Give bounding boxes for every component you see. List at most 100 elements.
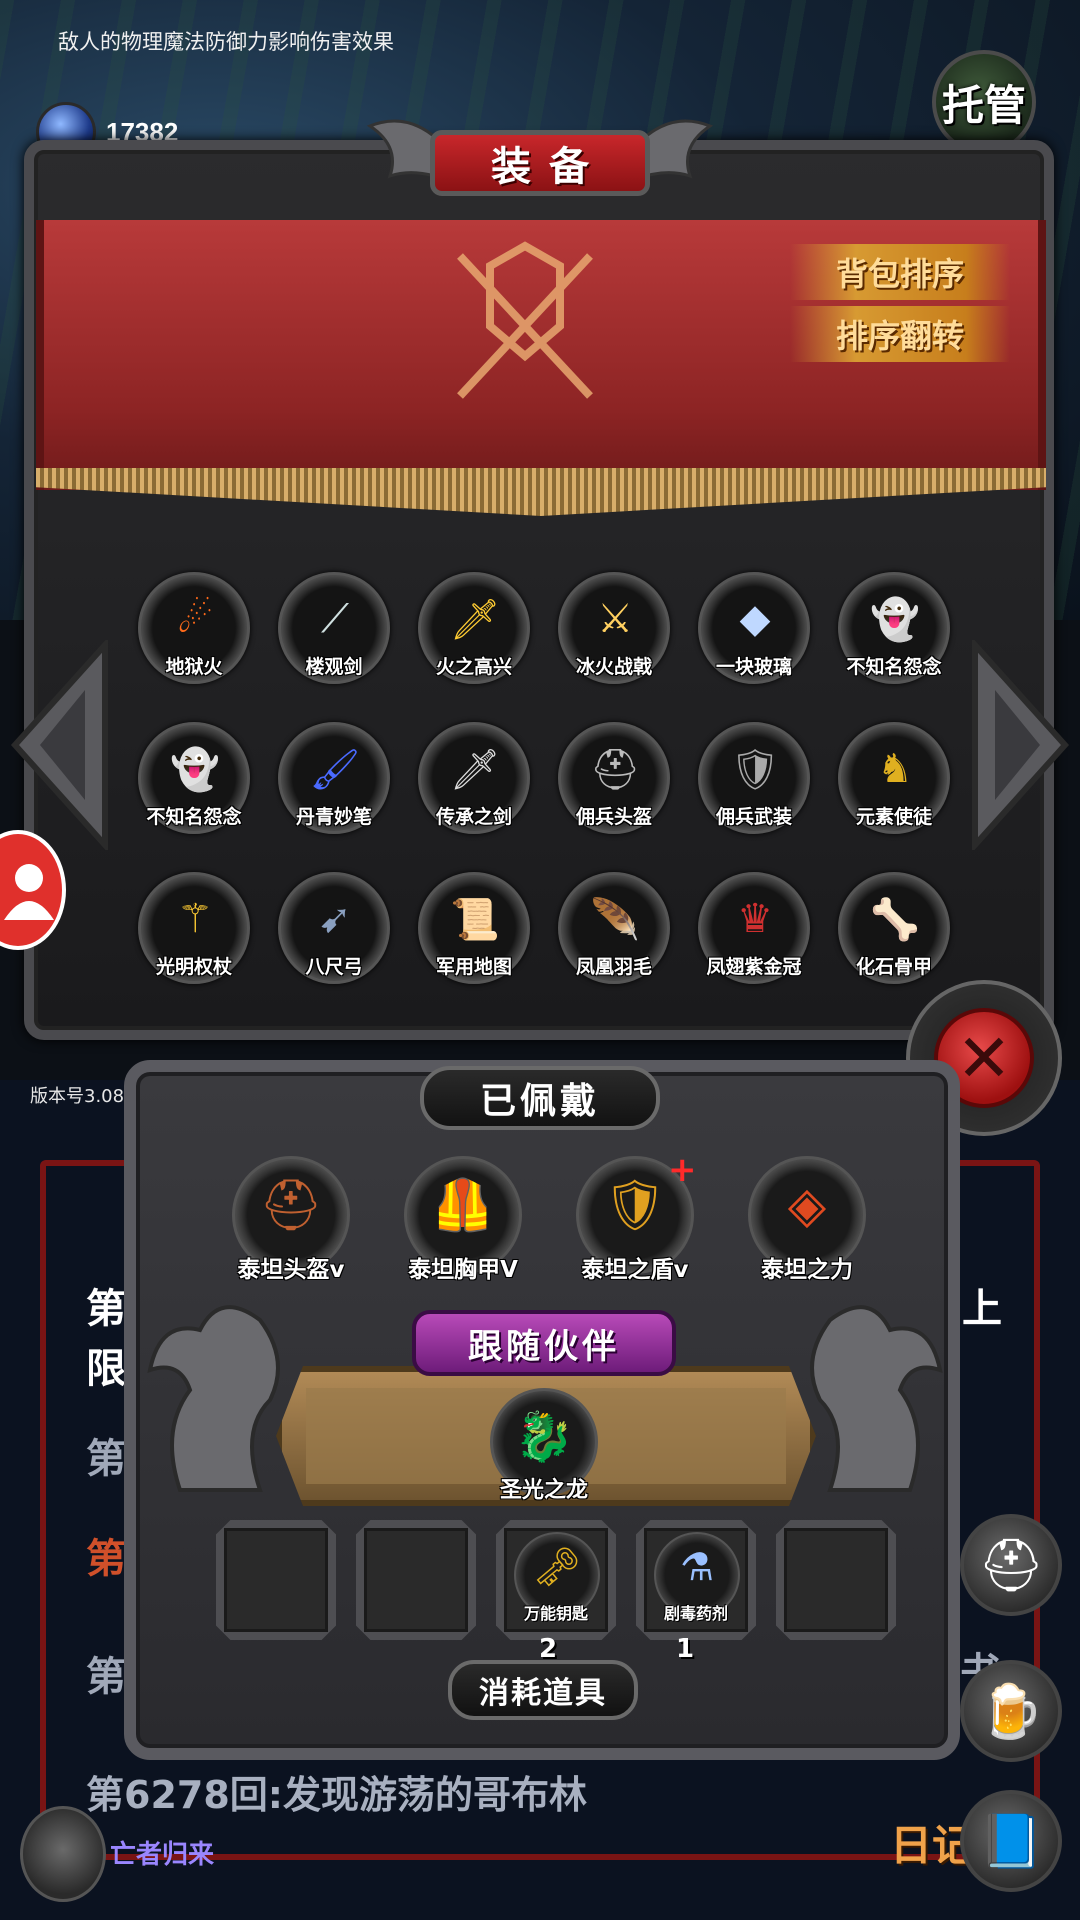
worn-item-name: 泰坦之盾v [581, 1257, 689, 1283]
item-name: 楼观剑 [305, 656, 363, 678]
consumable-name: 剧毒药剂 [663, 1604, 728, 1623]
worn-title: 已佩戴 [420, 1066, 660, 1130]
autoplay-button[interactable]: 托管 [932, 50, 1036, 154]
dragon-statue-left-icon [147, 1305, 280, 1492]
item-name: 地狱火 [165, 656, 223, 678]
prev-page-arrow-icon[interactable] [10, 640, 110, 850]
inventory-slot[interactable]: 🛡 佣兵武装 [680, 710, 820, 860]
user-icon [4, 864, 54, 920]
item-name: 传承之剑 [435, 806, 512, 828]
worn-slot[interactable]: 🛡 泰坦之盾v + [570, 1150, 698, 1290]
story-line: 上 [962, 1286, 1002, 1332]
companion-name: 圣光之龙 [499, 1478, 588, 1503]
consumable-slot[interactable]: 🗝 万能钥匙 [496, 1520, 616, 1640]
inventory-slot[interactable]: 🪶 凤凰羽毛 [540, 860, 680, 1010]
titan-helmet-icon: ⛑ [259, 1175, 323, 1234]
sort-bag-button[interactable]: 背包排序 [790, 244, 1010, 300]
story-line: 第 [86, 1286, 126, 1332]
titan-shield-icon: 🛡 [603, 1175, 667, 1234]
inventory-slot[interactable]: ◆ 一块玻璃 [680, 560, 820, 710]
consumable-slot[interactable]: ⚗ 剧毒药剂 [636, 1520, 756, 1640]
story-line: 第 [86, 1436, 126, 1482]
item-name: 佣兵头盔 [575, 806, 652, 828]
inventory-slot[interactable]: 🗡 火之高兴 [400, 560, 540, 710]
scepter-icon: ⚚ [177, 896, 213, 942]
crossed-swords-emblem-icon [457, 241, 593, 399]
ghost-icon: 👻 [170, 746, 220, 793]
reverse-sort-button[interactable]: 排序翻转 [790, 306, 1010, 362]
crown-icon: ♛ [737, 896, 773, 942]
halberd-icon: ⚔ [597, 596, 633, 642]
upgrade-plus-icon: + [668, 1150, 697, 1190]
helmet-icon: ⛑ [589, 746, 641, 793]
worn-slot[interactable]: 🦺 泰坦胸甲V [398, 1150, 526, 1290]
golden-sword-icon: 🗡 [449, 596, 501, 643]
companion-slot[interactable]: 🐉 圣光之龙 [486, 1388, 602, 1518]
map-scroll-icon: 📜 [450, 896, 500, 943]
version-label: 版本号3.08 [30, 1086, 125, 1107]
equipment-title: 装备 [360, 106, 720, 216]
inventory-slot[interactable]: ⚔ 冰火战戟 [540, 560, 680, 710]
inventory-slot[interactable]: 📜 军用地图 [400, 860, 540, 1010]
hero-status-label: 亡者归来 [110, 1840, 215, 1870]
fireball-icon: ☄ [177, 596, 213, 642]
inventory-slot[interactable]: ♛ 凤翅紫金冠 [680, 860, 820, 1010]
inventory-slot[interactable]: ⛑ 佣兵头盔 [540, 710, 680, 860]
diary-button[interactable]: 📘 [960, 1790, 1062, 1892]
equipment-title-text: 装备 [430, 130, 650, 196]
inventory-slot[interactable]: 👻 不知名怨念 [820, 560, 960, 710]
tavern-mug-button[interactable]: 🍺 [960, 1660, 1062, 1762]
item-name: 凤翅紫金冠 [706, 956, 802, 978]
ghost-icon: 👻 [870, 596, 920, 643]
curved-blade-icon: ⟋ [321, 596, 349, 642]
inventory-slot[interactable]: ☄ 地狱火 [120, 560, 260, 710]
worn-slot[interactable]: ◈ 泰坦之力 [742, 1150, 870, 1290]
item-name: 化石骨甲 [855, 956, 932, 978]
story-line: 第 [86, 1536, 126, 1582]
item-name: 元素使徒 [855, 806, 932, 828]
next-page-arrow-icon[interactable] [970, 640, 1070, 850]
item-name: 不知名怨念 [146, 806, 242, 828]
bone-icon: 🦴 [870, 896, 920, 943]
inventory-slot[interactable]: 🗡 传承之剑 [400, 710, 540, 860]
worn-slot[interactable]: ⛑ 泰坦头盔v [226, 1150, 354, 1290]
item-name: 凤凰羽毛 [575, 956, 652, 978]
empty-consumable-slot[interactable] [216, 1520, 336, 1640]
worn-item-name: 泰坦胸甲V [408, 1257, 518, 1283]
magic-brush-icon: 🖌 [309, 746, 361, 793]
lava-stone-icon: ◈ [787, 1176, 827, 1234]
item-name: 八尺弓 [305, 956, 363, 978]
consumable-name: 万能钥匙 [523, 1604, 588, 1623]
book-icon: 📘 [978, 1811, 1044, 1872]
knight-helmet-button[interactable]: ⛑ [960, 1514, 1062, 1616]
feather-icon: 🪶 [590, 896, 640, 943]
golden-figure-icon: ♞ [877, 746, 913, 792]
story-line: 第 [86, 1654, 126, 1700]
story-latest-line: 第6278回:发现游荡的哥布林 [86, 1773, 587, 1817]
item-name: 丹青妙笔 [295, 806, 372, 828]
consumables-title: 消耗道具 [448, 1660, 638, 1720]
inventory-grid: ☄ 地狱火 ⟋ 楼观剑 🗡 火之高兴 ⚔ 冰火战戟 ◆ 一块玻璃 👻 不知名怨念 👻 不知名怨念 🖌 丹青妙笔… [120, 560, 980, 1010]
titan-chestplate-icon: 🦺 [431, 1175, 495, 1234]
inventory-slot[interactable]: 👻 不知名怨念 [120, 710, 260, 860]
hero-portrait-avatar[interactable] [20, 1806, 106, 1902]
inventory-slot[interactable]: 🦴 化石骨甲 [820, 860, 960, 1010]
item-name: 光明权杖 [155, 956, 232, 978]
sword-icon: 🗡 [449, 746, 501, 793]
poison-potion-icon: ⚗ [679, 1545, 715, 1589]
inventory-slot[interactable]: ➹ 八尺弓 [260, 860, 400, 1010]
inventory-slot[interactable]: 🖌 丹青妙笔 [260, 710, 400, 860]
empty-consumable-slot[interactable] [356, 1520, 476, 1640]
golden-dragon-icon: 🐉 [514, 1408, 574, 1465]
armor-set-icon: 🛡 [729, 746, 781, 793]
item-name: 军用地图 [435, 956, 512, 978]
inventory-slot[interactable]: ♞ 元素使徒 [820, 710, 960, 860]
bow-icon: ➹ [318, 896, 352, 942]
empty-consumable-slot[interactable] [776, 1520, 896, 1640]
item-name: 火之高兴 [435, 656, 512, 678]
beer-mug-icon: 🍺 [978, 1681, 1044, 1742]
inventory-slot[interactable]: ⟋ 楼观剑 [260, 560, 400, 710]
glass-shard-icon: ◆ [739, 596, 771, 642]
inventory-slot[interactable]: ⚚ 光明权杖 [120, 860, 260, 1010]
worn-equipment-row: ⛑ 泰坦头盔v 🦺 泰坦胸甲V 🛡 泰坦之盾v + ◈ 泰坦之力 [226, 1150, 870, 1290]
